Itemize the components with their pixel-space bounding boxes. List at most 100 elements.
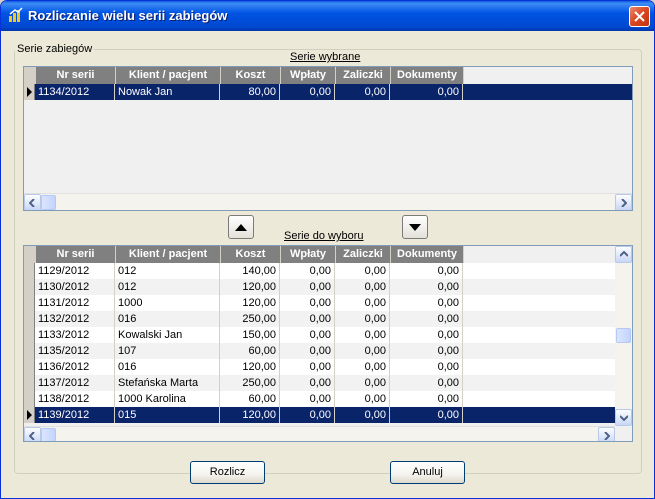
cell-nr-serii: 1131/2012 — [35, 295, 115, 311]
scroll-right-button[interactable] — [598, 427, 615, 441]
cell-dokumenty: 0,00 — [390, 311, 463, 327]
available-hscrollbar[interactable] — [24, 426, 615, 441]
cell-koszt: 150,00 — [220, 327, 280, 343]
cell-dokumenty: 0,00 — [390, 359, 463, 375]
available-grid[interactable]: Nr serii Klient / pacjent Koszt Wpłaty Zalic… — [23, 245, 633, 442]
cell-wplaty: 0,00 — [280, 375, 335, 391]
cell-koszt: 120,00 — [220, 279, 280, 295]
scroll-left-button[interactable] — [24, 427, 41, 441]
cell-dokumenty: 0,00 — [390, 375, 463, 391]
row-indicator — [24, 279, 35, 295]
cell-nr-serii: 1133/2012 — [35, 327, 115, 343]
cell-dokumenty: 0,00 — [390, 391, 463, 407]
column-header-klient[interactable]: Klient / pacjent — [116, 246, 221, 263]
cell-klient: 1000 — [115, 295, 220, 311]
hscroll-thumb[interactable] — [41, 195, 56, 210]
row-indicator — [24, 311, 35, 327]
cell-nr-serii: 1130/2012 — [35, 279, 115, 295]
current-row-icon — [27, 410, 32, 420]
dialog-window: Rozliczanie wielu serii zabiegów Serie z… — [0, 0, 655, 499]
selected-hscrollbar[interactable] — [24, 193, 632, 210]
move-down-button[interactable] — [402, 215, 428, 239]
column-header-zaliczki[interactable]: Zaliczki — [336, 67, 391, 84]
app-icon — [9, 7, 23, 22]
cell-koszt: 120,00 — [220, 295, 280, 311]
dialog-body: Serie zabiegów Serie wybrane Nr serii Kli… — [4, 31, 651, 496]
table-row[interactable]: 1133/2012 Kowalski Jan 150,00 0,00 0,00 0,00 — [24, 327, 632, 343]
hscroll-thumb[interactable] — [41, 428, 56, 441]
available-vscrollbar[interactable] — [615, 246, 632, 426]
column-header-dokumenty[interactable]: Dokumenty — [391, 246, 464, 263]
chevron-up-icon — [619, 251, 628, 257]
cell-koszt: 120,00 — [220, 407, 280, 423]
close-button[interactable] — [629, 6, 650, 27]
scroll-left-button[interactable] — [24, 194, 41, 210]
row-indicator — [24, 343, 35, 359]
table-row[interactable]: 1129/2012 012 140,00 0,00 0,00 0,00 — [24, 263, 632, 279]
move-up-button[interactable] — [228, 215, 254, 239]
table-row[interactable]: 1137/2012 Stefańska Marta 250,00 0,00 0,00 0,… — [24, 375, 632, 391]
table-row[interactable]: 1132/2012 016 250,00 0,00 0,00 0,00 — [24, 311, 632, 327]
cell-wplaty: 0,00 — [280, 359, 335, 375]
settle-button[interactable]: Rozlicz — [190, 461, 265, 484]
table-row[interactable]: 1130/2012 012 120,00 0,00 0,00 0,00 — [24, 279, 632, 295]
column-header-koszt[interactable]: Koszt — [221, 67, 281, 84]
scroll-right-button[interactable] — [615, 194, 632, 210]
table-row[interactable]: 1131/2012 1000 120,00 0,00 0,00 0,00 — [24, 295, 632, 311]
cell-nr-serii: 1139/2012 — [35, 407, 115, 423]
cell-zaliczki: 0,00 — [335, 84, 390, 100]
chevron-right-icon — [621, 198, 627, 207]
cell-wplaty: 0,00 — [280, 311, 335, 327]
cell-dokumenty: 0,00 — [390, 84, 463, 100]
table-row[interactable]: 1136/2012 016 120,00 0,00 0,00 0,00 — [24, 359, 632, 375]
table-row[interactable]: 1135/2012 107 60,00 0,00 0,00 0,00 — [24, 343, 632, 359]
current-row-icon — [27, 87, 32, 97]
cell-wplaty: 0,00 — [280, 263, 335, 279]
table-row[interactable]: 1134/2012 Nowak Jan 80,00 0,00 0,00 0,00 — [24, 84, 632, 100]
cell-dokumenty: 0,00 — [390, 407, 463, 423]
available-grid-header: Nr serii Klient / pacjent Koszt Wpłaty Zalic… — [24, 246, 464, 263]
scroll-up-button[interactable] — [615, 246, 632, 263]
cell-koszt: 120,00 — [220, 359, 280, 375]
cell-zaliczki: 0,00 — [335, 311, 390, 327]
cell-zaliczki: 0,00 — [335, 263, 390, 279]
cell-nr-serii: 1132/2012 — [35, 311, 115, 327]
cell-zaliczki: 0,00 — [335, 375, 390, 391]
cell-koszt: 60,00 — [220, 343, 280, 359]
cell-klient: 1000 Karolina — [115, 391, 220, 407]
column-header-koszt[interactable]: Koszt — [221, 246, 281, 263]
scroll-down-button[interactable] — [615, 409, 632, 426]
row-indicator-header — [24, 246, 36, 263]
cell-nr-serii: 1136/2012 — [35, 359, 115, 375]
cell-nr-serii: 1137/2012 — [35, 375, 115, 391]
cell-koszt: 250,00 — [220, 311, 280, 327]
column-header-zaliczki[interactable]: Zaliczki — [336, 246, 391, 263]
row-indicator — [24, 375, 35, 391]
table-row[interactable]: 1139/2012 015 120,00 0,00 0,00 0,00 — [24, 407, 632, 423]
column-header-klient[interactable]: Klient / pacjent — [116, 67, 221, 84]
column-header-nr-serii[interactable]: Nr serii — [36, 67, 116, 84]
cell-dokumenty: 0,00 — [390, 327, 463, 343]
title-bar[interactable]: Rozliczanie wielu serii zabiegów — [1, 1, 654, 31]
cell-klient: 012 — [115, 263, 220, 279]
column-header-dokumenty[interactable]: Dokumenty — [391, 67, 464, 84]
cell-klient: 012 — [115, 279, 220, 295]
selected-grid[interactable]: Nr serii Klient / pacjent Koszt Wpłaty Zalic… — [23, 66, 633, 211]
cell-koszt: 60,00 — [220, 391, 280, 407]
column-header-nr-serii[interactable]: Nr serii — [36, 246, 116, 263]
cell-klient: Stefańska Marta — [115, 375, 220, 391]
cell-zaliczki: 0,00 — [335, 327, 390, 343]
row-indicator — [24, 407, 35, 423]
cancel-button[interactable]: Anuluj — [390, 461, 465, 484]
cell-koszt: 250,00 — [220, 375, 280, 391]
table-row[interactable]: 1138/2012 1000 Karolina 60,00 0,00 0,00 0,00 — [24, 391, 632, 407]
groupbox-label: Serie zabiegów — [15, 43, 95, 55]
cell-wplaty: 0,00 — [280, 407, 335, 423]
cell-nr-serii: 1129/2012 — [35, 263, 115, 279]
arrow-up-icon — [235, 223, 247, 231]
vscroll-thumb[interactable] — [616, 328, 631, 343]
column-header-wplaty[interactable]: Wpłaty — [281, 246, 336, 263]
window-title: Rozliczanie wielu serii zabiegów — [28, 8, 228, 23]
column-header-wplaty[interactable]: Wpłaty — [281, 67, 336, 84]
cell-wplaty: 0,00 — [280, 391, 335, 407]
